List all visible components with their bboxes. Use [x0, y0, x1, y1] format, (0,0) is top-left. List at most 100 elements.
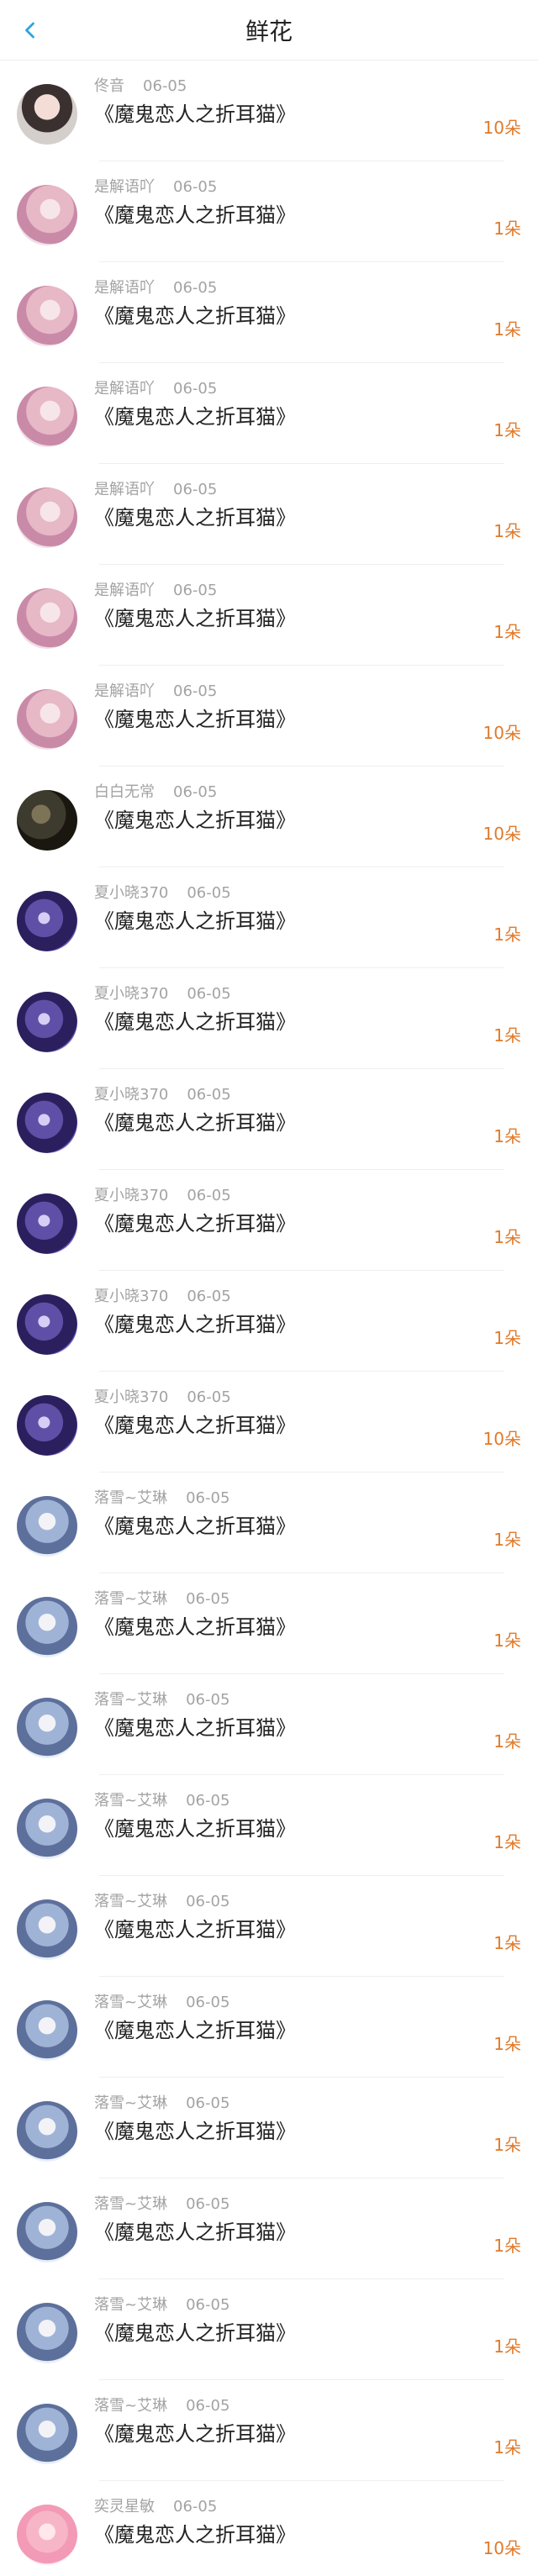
avatar[interactable]: [17, 891, 77, 951]
book-title[interactable]: 《魔鬼恋人之折耳猫》: [94, 1610, 296, 1640]
book-title[interactable]: 《魔鬼恋人之折耳猫》: [94, 1409, 296, 1438]
book-title[interactable]: 《魔鬼恋人之折耳猫》: [94, 1509, 296, 1539]
book-title[interactable]: 《魔鬼恋人之折耳猫》: [94, 2316, 296, 2346]
list-item[interactable]: 是解语吖 06-05 《魔鬼恋人之折耳猫》 1朵: [0, 363, 538, 464]
username[interactable]: 夏小晓370: [94, 985, 168, 1003]
list-item[interactable]: 落雪~艾琳 06-05 《魔鬼恋人之折耳猫》 1朵: [0, 1674, 538, 1775]
list-item[interactable]: 佟音 06-05 《魔鬼恋人之折耳猫》 10朵: [0, 61, 538, 161]
list-item[interactable]: 夏小晓370 06-05 《魔鬼恋人之折耳猫》 1朵: [0, 1170, 538, 1271]
book-title[interactable]: 《魔鬼恋人之折耳猫》: [94, 602, 296, 631]
avatar[interactable]: [17, 790, 77, 851]
book-title[interactable]: 《魔鬼恋人之折耳猫》: [94, 2014, 296, 2043]
book-title[interactable]: 《魔鬼恋人之折耳猫》: [94, 1005, 296, 1035]
avatar[interactable]: [17, 286, 77, 346]
username[interactable]: 是解语吖: [94, 582, 155, 599]
username[interactable]: 夏小晓370: [94, 1187, 168, 1204]
book-title[interactable]: 《魔鬼恋人之折耳猫》: [94, 1913, 296, 1942]
list-item[interactable]: 夏小晓370 06-05 《魔鬼恋人之折耳猫》 1朵: [0, 968, 538, 1069]
book-title[interactable]: 《魔鬼恋人之折耳猫》: [94, 1711, 296, 1741]
list-item[interactable]: 落雪~艾琳 06-05 《魔鬼恋人之折耳猫》 1朵: [0, 1977, 538, 2078]
avatar[interactable]: [17, 2505, 77, 2565]
avatar[interactable]: [17, 185, 77, 245]
username[interactable]: 奕灵星敏: [94, 2498, 155, 2515]
username[interactable]: 佟音: [94, 77, 124, 95]
list-item[interactable]: 落雪~艾琳 06-05 《魔鬼恋人之折耳猫》 1朵: [0, 2178, 538, 2279]
avatar[interactable]: [17, 1698, 77, 1758]
book-title[interactable]: 《魔鬼恋人之折耳猫》: [94, 1106, 296, 1135]
book-title[interactable]: 《魔鬼恋人之折耳猫》: [94, 904, 296, 934]
back-button[interactable]: [15, 15, 45, 45]
list-item[interactable]: 落雪~艾琳 06-05 《魔鬼恋人之折耳猫》 1朵: [0, 2078, 538, 2178]
book-title[interactable]: 《魔鬼恋人之折耳猫》: [94, 299, 296, 329]
username[interactable]: 是解语吖: [94, 380, 155, 398]
avatar[interactable]: [17, 2303, 77, 2363]
list-item[interactable]: 是解语吖 06-05 《魔鬼恋人之折耳猫》 10朵: [0, 666, 538, 766]
avatar[interactable]: [17, 487, 77, 548]
username[interactable]: 是解语吖: [94, 279, 155, 297]
avatar[interactable]: [17, 2202, 77, 2263]
username[interactable]: 落雪~艾琳: [94, 1893, 167, 1910]
list-item[interactable]: 落雪~艾琳 06-05 《魔鬼恋人之折耳猫》 1朵: [0, 1573, 538, 1674]
avatar[interactable]: [17, 1193, 77, 1254]
username[interactable]: 夏小晓370: [94, 1288, 168, 1305]
avatar[interactable]: [17, 1093, 77, 1153]
avatar[interactable]: [17, 84, 77, 145]
list-item[interactable]: 白白无常 06-05 《魔鬼恋人之折耳猫》 10朵: [0, 766, 538, 867]
username[interactable]: 落雪~艾琳: [94, 2094, 167, 2112]
list-item[interactable]: 是解语吖 06-05 《魔鬼恋人之折耳猫》 1朵: [0, 464, 538, 565]
list-item[interactable]: 落雪~艾琳 06-05 《魔鬼恋人之折耳猫》 1朵: [0, 2279, 538, 2380]
username[interactable]: 落雪~艾琳: [94, 1792, 167, 1810]
list-item[interactable]: 奕灵星敏 06-05 《魔鬼恋人之折耳猫》 10朵: [0, 2481, 538, 2576]
avatar[interactable]: [17, 2000, 77, 2061]
username[interactable]: 是解语吖: [94, 178, 155, 196]
avatar[interactable]: [17, 2404, 77, 2464]
avatar[interactable]: [17, 992, 77, 1052]
book-title[interactable]: 《魔鬼恋人之折耳猫》: [94, 1812, 296, 1841]
book-title[interactable]: 《魔鬼恋人之折耳猫》: [94, 703, 296, 732]
avatar[interactable]: [17, 1496, 77, 1557]
list-item[interactable]: 落雪~艾琳 06-05 《魔鬼恋人之折耳猫》 1朵: [0, 1876, 538, 1977]
username[interactable]: 是解语吖: [94, 682, 155, 700]
book-title[interactable]: 《魔鬼恋人之折耳猫》: [94, 2115, 296, 2144]
avatar[interactable]: [17, 1597, 77, 1657]
avatar[interactable]: [17, 689, 77, 750]
book-title[interactable]: 《魔鬼恋人之折耳猫》: [94, 2417, 296, 2447]
book-title[interactable]: 《魔鬼恋人之折耳猫》: [94, 2518, 296, 2547]
avatar[interactable]: [17, 2101, 77, 2162]
list-item[interactable]: 夏小晓370 06-05 《魔鬼恋人之折耳猫》 1朵: [0, 1271, 538, 1372]
list-item[interactable]: 落雪~艾琳 06-05 《魔鬼恋人之折耳猫》 1朵: [0, 1775, 538, 1876]
avatar[interactable]: [17, 1899, 77, 1960]
username[interactable]: 落雪~艾琳: [94, 2195, 167, 2213]
username[interactable]: 白白无常: [94, 783, 155, 801]
book-title[interactable]: 《魔鬼恋人之折耳猫》: [94, 400, 296, 429]
book-title[interactable]: 《魔鬼恋人之折耳猫》: [94, 501, 296, 530]
username[interactable]: 夏小晓370: [94, 884, 168, 902]
list-item[interactable]: 夏小晓370 06-05 《魔鬼恋人之折耳猫》 1朵: [0, 1069, 538, 1170]
username[interactable]: 落雪~艾琳: [94, 2296, 167, 2314]
username[interactable]: 落雪~艾琳: [94, 1590, 167, 1608]
avatar[interactable]: [17, 1395, 77, 1456]
avatar[interactable]: [17, 387, 77, 447]
book-title[interactable]: 《魔鬼恋人之折耳猫》: [94, 198, 296, 228]
book-title[interactable]: 《魔鬼恋人之折耳猫》: [94, 1308, 296, 1337]
book-title[interactable]: 《魔鬼恋人之折耳猫》: [94, 803, 296, 833]
book-title[interactable]: 《魔鬼恋人之折耳猫》: [94, 2215, 296, 2245]
username[interactable]: 是解语吖: [94, 481, 155, 498]
username[interactable]: 落雪~艾琳: [94, 2397, 167, 2415]
list-item[interactable]: 是解语吖 06-05 《魔鬼恋人之折耳猫》 1朵: [0, 161, 538, 262]
list-item[interactable]: 落雪~艾琳 06-05 《魔鬼恋人之折耳猫》 1朵: [0, 1472, 538, 1573]
username[interactable]: 夏小晓370: [94, 1086, 168, 1104]
username[interactable]: 夏小晓370: [94, 1388, 168, 1406]
username[interactable]: 落雪~艾琳: [94, 1994, 167, 2011]
username[interactable]: 落雪~艾琳: [94, 1489, 167, 1507]
list-item[interactable]: 是解语吖 06-05 《魔鬼恋人之折耳猫》 1朵: [0, 262, 538, 363]
avatar[interactable]: [17, 588, 77, 649]
list-item[interactable]: 夏小晓370 06-05 《魔鬼恋人之折耳猫》 1朵: [0, 867, 538, 968]
list-item[interactable]: 夏小晓370 06-05 《魔鬼恋人之折耳猫》 10朵: [0, 1372, 538, 1472]
book-title[interactable]: 《魔鬼恋人之折耳猫》: [94, 97, 296, 127]
list-item[interactable]: 落雪~艾琳 06-05 《魔鬼恋人之折耳猫》 1朵: [0, 2380, 538, 2481]
username[interactable]: 落雪~艾琳: [94, 1691, 167, 1709]
avatar[interactable]: [17, 1294, 77, 1355]
list-item[interactable]: 是解语吖 06-05 《魔鬼恋人之折耳猫》 1朵: [0, 565, 538, 666]
book-title[interactable]: 《魔鬼恋人之折耳猫》: [94, 1207, 296, 1236]
